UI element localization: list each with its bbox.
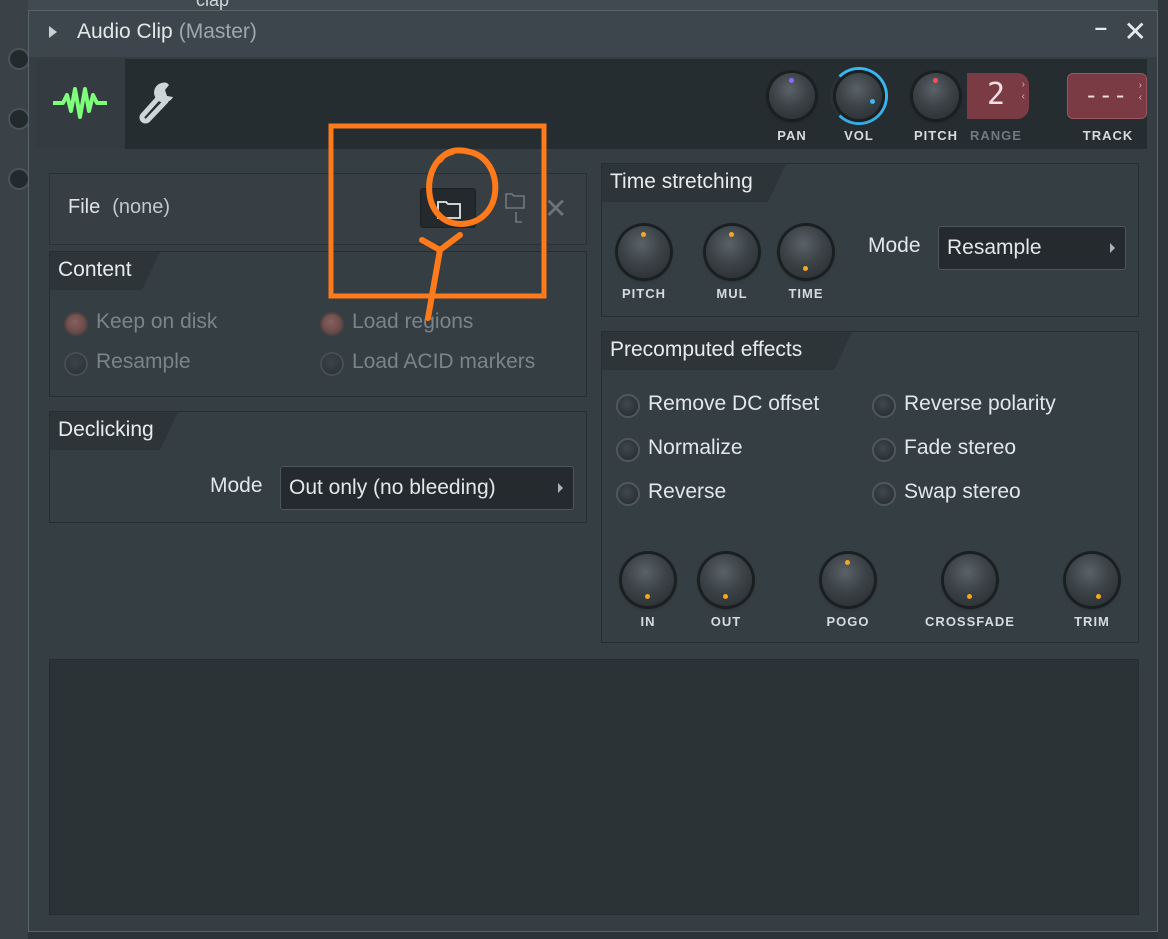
close-icon[interactable]: ✕ (1124, 16, 1147, 48)
ts-mode-dropdown[interactable]: Resample (938, 226, 1126, 270)
ts-mul-label: MUL (716, 286, 748, 301)
ts-mode-label: Mode (868, 234, 921, 257)
reverse-polarity-label: Reverse polarity (904, 392, 1056, 415)
file-label: File (none) (68, 196, 171, 218)
swap-stereo-radio[interactable] (872, 482, 896, 506)
wrench-icon (139, 82, 173, 124)
clear-file-icon[interactable]: ✕ (544, 192, 567, 225)
dropdown-arrow-icon (558, 483, 563, 493)
background-knob (8, 108, 30, 130)
dropdown-arrow-icon (1110, 243, 1115, 253)
ts-mul-knob[interactable] (706, 226, 758, 278)
content-panel: Content Keep on disk Load regions Resamp… (49, 251, 587, 397)
reverse-radio[interactable] (616, 482, 640, 506)
background-app-top: clap (28, 0, 1168, 10)
audio-clip-window: Audio Clip (Master) – ✕ PAN VOL PITCH 2 ›… (28, 10, 1158, 932)
declicking-mode-dropdown[interactable]: Out only (no bleeding) (280, 466, 574, 510)
ts-time-knob[interactable] (780, 226, 832, 278)
normalize-radio[interactable] (616, 438, 640, 462)
keep-on-disk-radio[interactable] (64, 312, 88, 336)
pitch-knob[interactable] (913, 73, 959, 119)
range-label: RANGE (970, 128, 1022, 143)
pitch-range-box[interactable]: 2 › ‹ (967, 73, 1029, 119)
background-knob (8, 48, 30, 70)
window-titlebar[interactable]: Audio Clip (Master) – ✕ (29, 11, 1157, 57)
trim-label: TRIM (1074, 614, 1110, 629)
expand-arrow-icon[interactable] (49, 26, 57, 38)
time-stretching-title: Time stretching (602, 164, 786, 202)
resample-label: Resample (96, 350, 191, 373)
declicking-mode-value: Out only (no bleeding) (289, 476, 496, 499)
remove-dc-offset-radio[interactable] (616, 394, 640, 418)
precomputed-effects-panel: Precomputed effects Remove DC offset Rev… (601, 331, 1139, 643)
window-subtitle: (Master) (178, 20, 257, 43)
open-file-button[interactable] (420, 188, 476, 228)
background-app-edge (0, 0, 30, 939)
swap-stereo-label: Swap stereo (904, 480, 1021, 503)
track-label: TRACK (1082, 128, 1134, 143)
background-app-edge-right (1158, 0, 1168, 939)
reverse-polarity-radio[interactable] (872, 394, 896, 418)
tab-settings[interactable] (137, 77, 181, 132)
background-knob (8, 168, 30, 190)
pan-knob[interactable] (769, 73, 815, 119)
pogo-knob[interactable] (822, 554, 874, 606)
minimize-icon[interactable]: – (1095, 15, 1107, 41)
trim-knob[interactable] (1066, 554, 1118, 606)
crossfade-label: CROSSFADE (925, 614, 1015, 629)
clip-toolbar: PAN VOL PITCH 2 › ‹ RANGE --- › ‹ TRACK (37, 59, 1147, 149)
crossfade-knob[interactable] (944, 554, 996, 606)
reverse-label: Reverse (648, 480, 727, 503)
vol-knob[interactable] (836, 73, 882, 119)
precomputed-title: Precomputed effects (602, 332, 852, 370)
load-acid-markers-radio[interactable] (320, 352, 344, 376)
ts-mode-value: Resample (947, 236, 1042, 259)
declicking-panel: Declicking Mode Out only (no bleeding) (49, 411, 587, 523)
declicking-mode-label: Mode (210, 474, 263, 497)
browse-file-button[interactable] (504, 192, 530, 231)
out-knob[interactable] (700, 554, 752, 606)
fade-stereo-label: Fade stereo (904, 436, 1017, 459)
folder-browse-icon (505, 193, 525, 223)
track-value: --- (1084, 81, 1128, 109)
track-stepper-icon[interactable]: › ‹ (1139, 80, 1142, 104)
load-acid-markers-label: Load ACID markers (352, 350, 536, 373)
in-label: IN (640, 614, 656, 629)
content-title: Content (50, 252, 160, 290)
folder-icon (437, 201, 461, 219)
pogo-label: POGO (826, 614, 870, 629)
fade-stereo-radio[interactable] (872, 438, 896, 462)
pan-label: PAN (777, 128, 807, 143)
tab-waveform[interactable] (37, 59, 125, 149)
waveform-display[interactable] (49, 659, 1139, 915)
ts-pitch-label: PITCH (622, 286, 666, 301)
waveform-icon (53, 87, 107, 119)
range-value: 2 (987, 77, 1006, 112)
ts-pitch-knob[interactable] (618, 226, 670, 278)
vol-label: VOL (844, 128, 874, 143)
file-value: (none) (112, 196, 171, 218)
file-row: File (none) ✕ (49, 173, 587, 245)
out-label: OUT (710, 614, 742, 629)
keep-on-disk-label: Keep on disk (96, 310, 218, 333)
ts-time-label: TIME (788, 286, 824, 301)
track-selector[interactable]: --- › ‹ (1067, 73, 1147, 119)
range-stepper-icon[interactable]: › ‹ (1022, 79, 1025, 103)
in-knob[interactable] (622, 554, 674, 606)
normalize-label: Normalize (648, 436, 743, 459)
remove-dc-offset-label: Remove DC offset (648, 392, 820, 415)
declicking-title: Declicking (50, 412, 178, 450)
resample-radio[interactable] (64, 352, 88, 376)
window-title: Audio Clip (Master) (77, 20, 257, 43)
pitch-label: PITCH (914, 128, 958, 143)
load-regions-label: Load regions (352, 310, 474, 333)
time-stretching-panel: Time stretching PITCH MUL TIME Mode Resa… (601, 163, 1139, 317)
load-regions-radio[interactable] (320, 312, 344, 336)
